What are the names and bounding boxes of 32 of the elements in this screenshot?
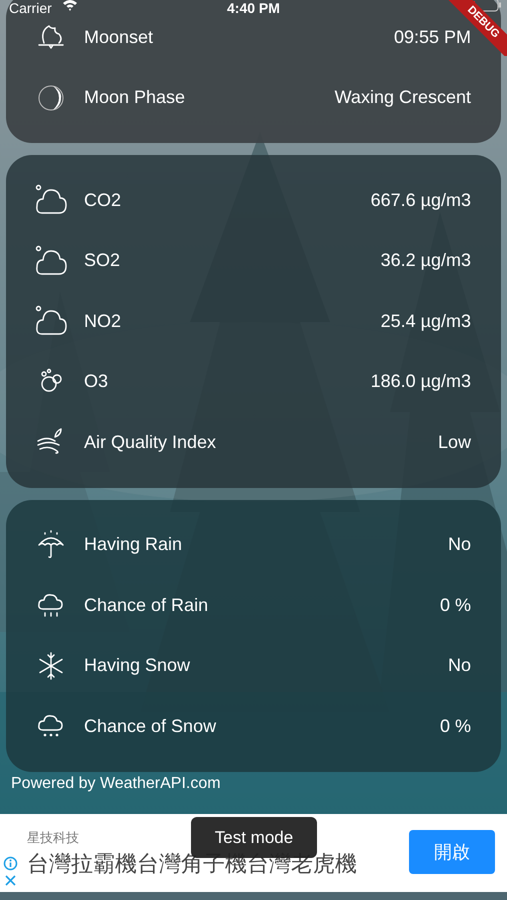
row-label: Moon Phase bbox=[84, 86, 186, 110]
cloud-icon bbox=[35, 244, 67, 277]
powered-by-text: Powered by WeatherAPI.com bbox=[11, 774, 221, 794]
advertiser-label: 星技科技 bbox=[27, 829, 79, 847]
row-label: SO2 bbox=[84, 249, 120, 272]
row-label: NO2 bbox=[84, 310, 122, 333]
status-time: 4:40 PM bbox=[227, 0, 280, 18]
wifi-icon bbox=[62, 0, 78, 11]
row-label: Chance of Snow bbox=[84, 714, 216, 738]
row-label: Moonset bbox=[84, 26, 154, 49]
row-value: 25.4 µg/m3 bbox=[380, 310, 471, 333]
open-button[interactable]: 開啟 bbox=[409, 830, 495, 874]
row-label: Having Rain bbox=[84, 533, 182, 556]
row-value: Waxing Crescent bbox=[334, 86, 471, 110]
row-value: 667.6 µg/m3 bbox=[370, 188, 471, 212]
row-label: O3 bbox=[84, 370, 108, 394]
cloud-icon bbox=[35, 184, 67, 216]
row-value: 0 % bbox=[440, 714, 471, 738]
close-icon[interactable] bbox=[4, 874, 17, 887]
row-value: No bbox=[448, 533, 471, 556]
row-value: 186.0 µg/m3 bbox=[370, 370, 471, 394]
row-value: Low bbox=[438, 430, 471, 454]
row-label: CO2 bbox=[84, 188, 122, 212]
row-value: 0 % bbox=[440, 594, 471, 617]
row-value: 36.2 µg/m3 bbox=[380, 249, 471, 272]
row-label: Chance of Rain bbox=[84, 594, 208, 617]
cloud-icon bbox=[35, 305, 67, 338]
row-label: Air Quality Index bbox=[84, 430, 216, 454]
info-icon[interactable] bbox=[3, 856, 18, 871]
row-value: No bbox=[448, 654, 471, 678]
carrier-label: Carrier bbox=[9, 0, 52, 18]
row-label: Having Snow bbox=[84, 654, 190, 678]
